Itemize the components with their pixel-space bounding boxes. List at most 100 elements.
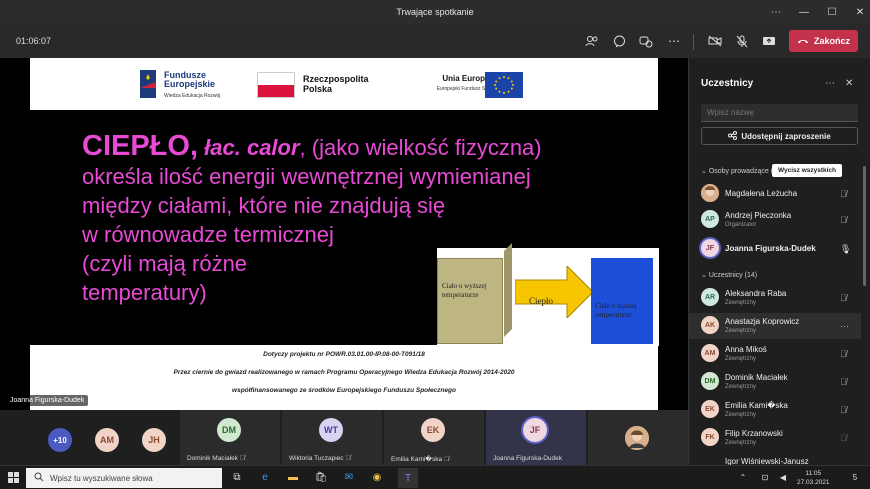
more-participants-button[interactable]: +10 [48,428,72,452]
avatar [701,184,719,202]
participant-role: Zewnętrzny [725,384,757,390]
chrome-icon[interactable]: ◉ [370,470,384,484]
dots-icon[interactable]: ⋯ [762,7,790,18]
reactions-icon[interactable] [638,33,654,49]
avatar: AP [701,210,719,228]
chat-icon[interactable] [611,33,627,49]
tile-name: Emilia Kami�ska 🎙̸ [391,455,449,463]
fundusze-europejskie-logo [140,70,156,98]
camera-off-icon[interactable] [707,33,723,49]
slide-line-3: między ciałami, które nie znajdują się [82,193,446,218]
slide-footer: Dotyczy projektu nr POWR.03.01.00-IP.08-… [30,345,658,410]
rp-logo-text: Rzeczpospolita Polska [303,74,369,94]
participants-panel: Uczestnicy ⋯ ✕ Udostępnij zaproszenie ⌄ … [688,58,870,465]
shared-content-stage: Fundusze Europejskie Wiedza Edukacja Roz… [0,58,688,410]
close-icon[interactable]: ✕ [846,7,870,18]
windows-start-icon[interactable] [6,470,20,484]
mic-off-icon: 🎙̸ [345,455,351,462]
clock-date: 27.03.2021 [797,479,830,486]
avatar [625,426,649,450]
tile-name-text: Wiktoria Tuczapiec [289,455,344,462]
volume-icon[interactable]: ◀ [776,470,790,484]
participant-row[interactable]: DM Dominik Maciałek Zewnętrzny 🎙̸ [689,369,861,395]
cold-body-box [591,258,653,344]
mic-off-icon: 🎙̸ [840,215,847,225]
participant-row[interactable]: Igor Wiśniewski-Janusz [689,453,861,465]
edge-browser-icon[interactable]: e [258,470,272,484]
participant-name: Anna Mikoś [725,345,767,354]
tile-name: Dominik Maciałek 🎙̸ [187,455,245,462]
eu-flag [485,72,523,98]
participant-row[interactable]: JF Joanna Figurska-Dudek 🎙 [689,236,861,262]
notifications-icon[interactable]: 5 [848,470,862,484]
tile-name-text: Emilia Kami�ska [391,456,443,463]
participant-row[interactable]: AK Anastazja Koprowicz Zewnętrzny ⋯ [689,313,861,339]
panel-scrollbar[interactable] [863,166,866,286]
taskbar-search[interactable]: Wpisz tu wyszukiwane słowa [26,468,222,488]
tile-name-text: Dominik Maciałek [187,455,238,462]
taskbar-search-placeholder: Wpisz tu wyszukiwane słowa [50,473,153,483]
video-tile[interactable]: EK Emilia Kami�ska 🎙̸ [384,410,484,465]
participant-row[interactable]: AR Aleksandra Raba Zewnętrzny 🎙̸ [689,285,861,311]
video-tile[interactable]: JF Joanna Figurska-Dudek [486,410,586,465]
video-tile[interactable]: WT Wiktoria Tuczapiec 🎙̸ [282,410,382,465]
system-tray-icons[interactable]: ⌃ [736,470,750,484]
avatar: WT [319,418,343,442]
participant-row[interactable]: Magdalena Leżucha 🎙̸ [689,181,861,207]
mic-off-icon: 🎙̸ [239,455,245,462]
more-options-icon[interactable]: ⋯ [840,321,849,332]
mute-all-button[interactable]: Wycisz wszystkich [772,164,842,177]
task-view-icon[interactable]: ⧉ [230,470,244,484]
more-options-icon[interactable]: ⋯ [825,78,835,89]
taskbar-clock[interactable]: 11:05 27.03.2021 [797,469,830,487]
participant-role: Zewnętrzny [725,440,757,446]
presenters-section-header[interactable]: ⌄ Osoby prowadzące (3) [701,167,779,175]
attendees-section-header[interactable]: ⌄ Uczestnicy (14) [701,271,757,279]
network-icon[interactable]: ⊡ [758,470,772,484]
heat-arrow [515,266,593,318]
participant-row[interactable]: AM Anna Mikoś Zewnętrzny 🎙̸ [689,341,861,367]
mic-off-icon: 🎙̸ [840,377,847,387]
avatar: JF [701,239,719,257]
participant-name: Aleksandra Raba [725,289,787,298]
file-explorer-icon[interactable]: ▬ [286,470,300,484]
meeting-timer: 01:06:07 [16,36,52,46]
avatar[interactable]: JH [142,428,166,452]
mic-off-icon: 🎙̸ [840,433,847,443]
heat-arrow-label: Ciepło [529,296,553,306]
avatar: DM [701,372,719,390]
store-icon[interactable]: 🛍 [314,470,328,484]
more-options-icon[interactable]: ⋯ [666,33,682,49]
slide-footer-line2: Przez ciernie do gwiazd realizowanego w … [173,369,515,376]
maximize-icon[interactable]: ☐ [818,7,846,18]
participant-row[interactable]: FK Filip Krzanowski Zewnętrzny 🎙̸ [689,425,861,451]
window-controls: ⋯ — ☐ ✕ [762,0,870,24]
avatar[interactable]: AM [95,428,119,452]
slide-line-2: określa ilość energii wewnętrznej wymien… [82,164,531,189]
minimize-icon[interactable]: — [790,7,818,18]
video-tile[interactable]: DM Dominik Maciałek 🎙̸ [180,410,280,465]
participant-row[interactable]: EK Emilia Kami�ska Zewnętrzny 🎙̸ [689,397,861,423]
presenter-name-tag: Joanna Figurska-Dudek [6,395,89,406]
share-screen-icon[interactable] [761,33,777,49]
participant-row[interactable]: AP Andrzej Pieczonka Organizator 🎙̸ [689,207,861,233]
close-icon[interactable]: ✕ [845,78,853,89]
windows-taskbar: Wpisz tu wyszukiwane słowa ⧉ e ▬ 🛍 ✉ ◉ T… [0,465,870,489]
avatar: DM [217,418,241,442]
participant-name: Emilia Kami�ska [725,401,788,410]
mail-icon[interactable]: ✉ [342,470,356,484]
end-meeting-button[interactable]: Zakończ [789,30,858,52]
participants-icon[interactable] [584,33,600,49]
search-icon [34,472,44,484]
tile-name: Joanna Figurska-Dudek [493,455,563,462]
participant-name: Dominik Maciałek [725,373,788,382]
share-invite-button[interactable]: Udostępnij zaproszenie [701,127,858,145]
participant-name: Anastazja Koprowicz [725,317,800,326]
window-titlebar: Trwające spotkanie [0,0,870,24]
participant-name: Magdalena Leżucha [725,189,798,198]
teams-icon[interactable]: T [398,468,418,488]
avatar: AM [701,344,719,362]
search-input[interactable] [701,104,858,122]
mic-off-icon[interactable] [734,33,750,49]
video-tile[interactable] [588,410,688,465]
